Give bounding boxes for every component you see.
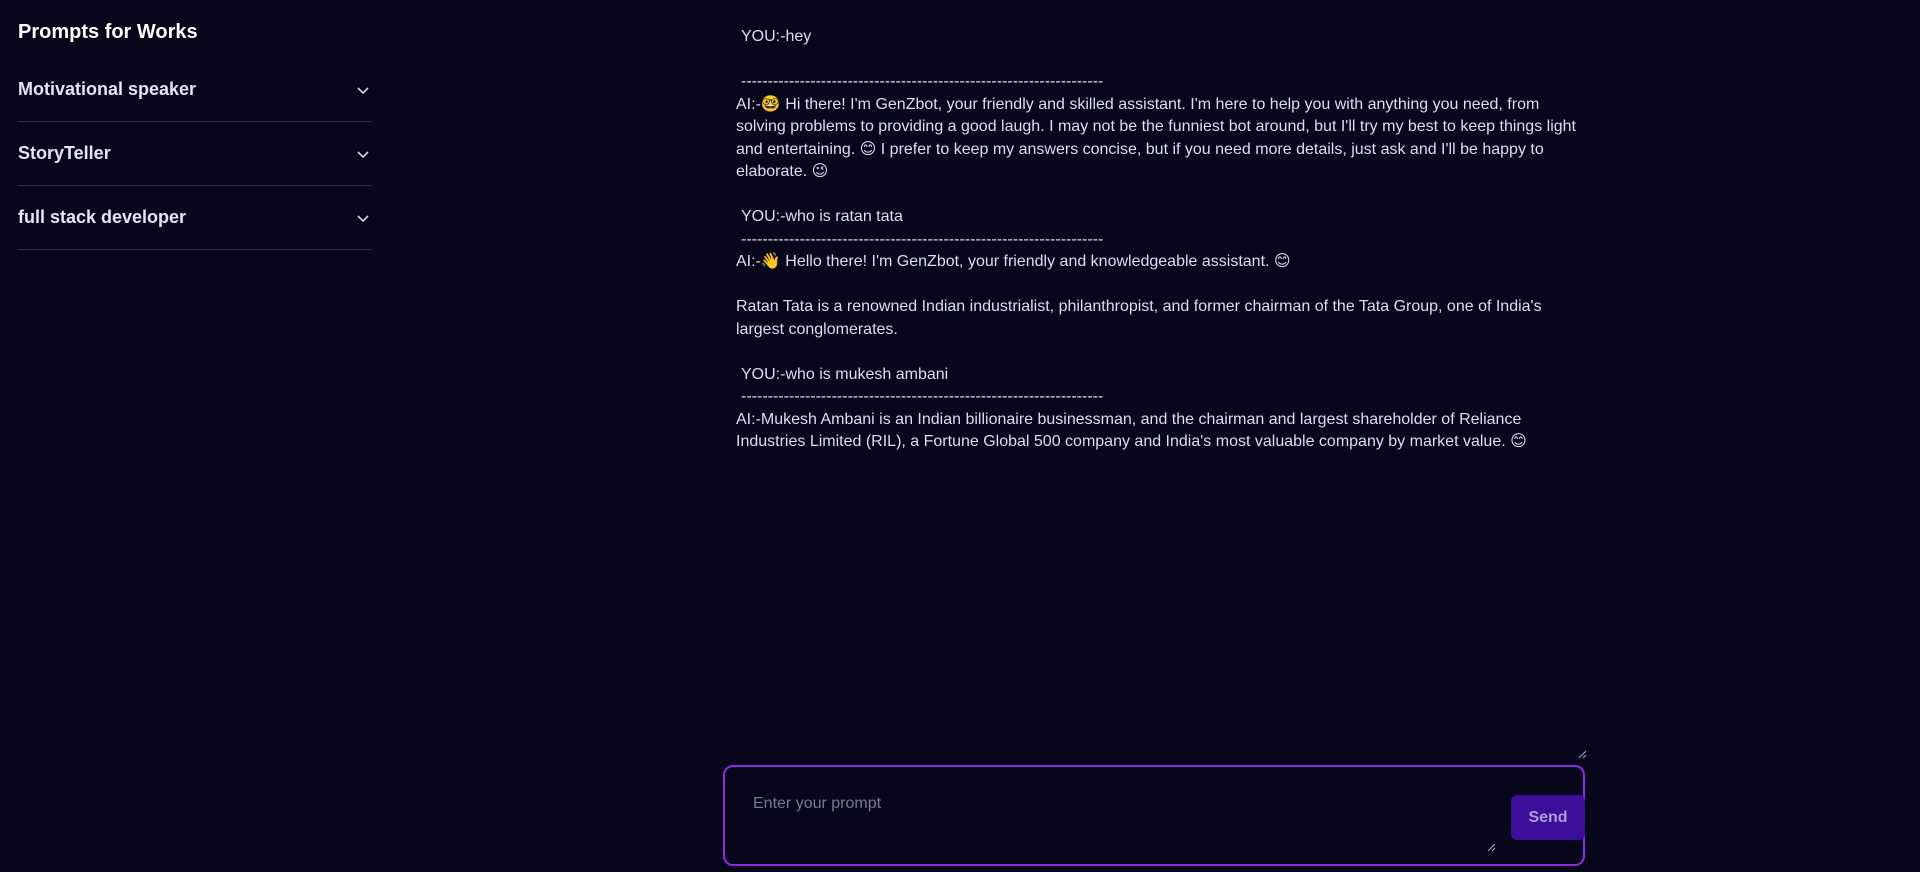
chevron-down-icon <box>357 214 369 222</box>
ai-message: AI:-🤓 Hi there! I'm GenZbot, your friend… <box>736 95 1576 181</box>
prompt-composer: Send <box>723 765 1585 866</box>
accordion-full-stack-developer[interactable]: full stack developer <box>18 186 372 250</box>
message-separator: ----------------------------------------… <box>741 73 1104 90</box>
message-separator: ----------------------------------------… <box>741 388 1104 405</box>
sidebar-title: Prompts for Works <box>18 21 198 43</box>
accordion-label: StoryTeller <box>18 143 111 163</box>
accordion-label: Motivational speaker <box>18 79 197 99</box>
ai-message-continued: Ratan Tata is a renowned Indian industri… <box>736 298 1542 338</box>
chat-log: YOU:-hey -------------------------------… <box>736 26 1576 454</box>
accordion-motivational-speaker[interactable]: Motivational speaker <box>18 58 372 122</box>
prompt-input[interactable] <box>751 791 1315 817</box>
ai-message: AI:-👋 Hello there! I'm GenZbot, your fri… <box>736 253 1291 270</box>
send-button[interactable]: Send <box>1511 795 1585 840</box>
user-message: YOU:-who is mukesh ambani <box>741 365 949 383</box>
accordion-label: full stack developer <box>18 207 187 227</box>
user-message: YOU:-who is ratan tata <box>741 208 903 225</box>
chevron-down-icon <box>357 86 369 94</box>
message-separator: ----------------------------------------… <box>741 230 1104 248</box>
accordion-storyteller[interactable]: StoryTeller <box>18 122 372 186</box>
resize-handle-icon[interactable] <box>1578 750 1587 759</box>
sidebar: Prompts for Works Motivational speaker S… <box>18 0 372 250</box>
chevron-down-icon <box>357 150 369 158</box>
ai-message: AI:-Mukesh Ambani is an Indian billionai… <box>736 410 1527 451</box>
user-message: YOU:-hey <box>741 28 812 45</box>
resize-handle-icon[interactable] <box>1487 843 1496 852</box>
